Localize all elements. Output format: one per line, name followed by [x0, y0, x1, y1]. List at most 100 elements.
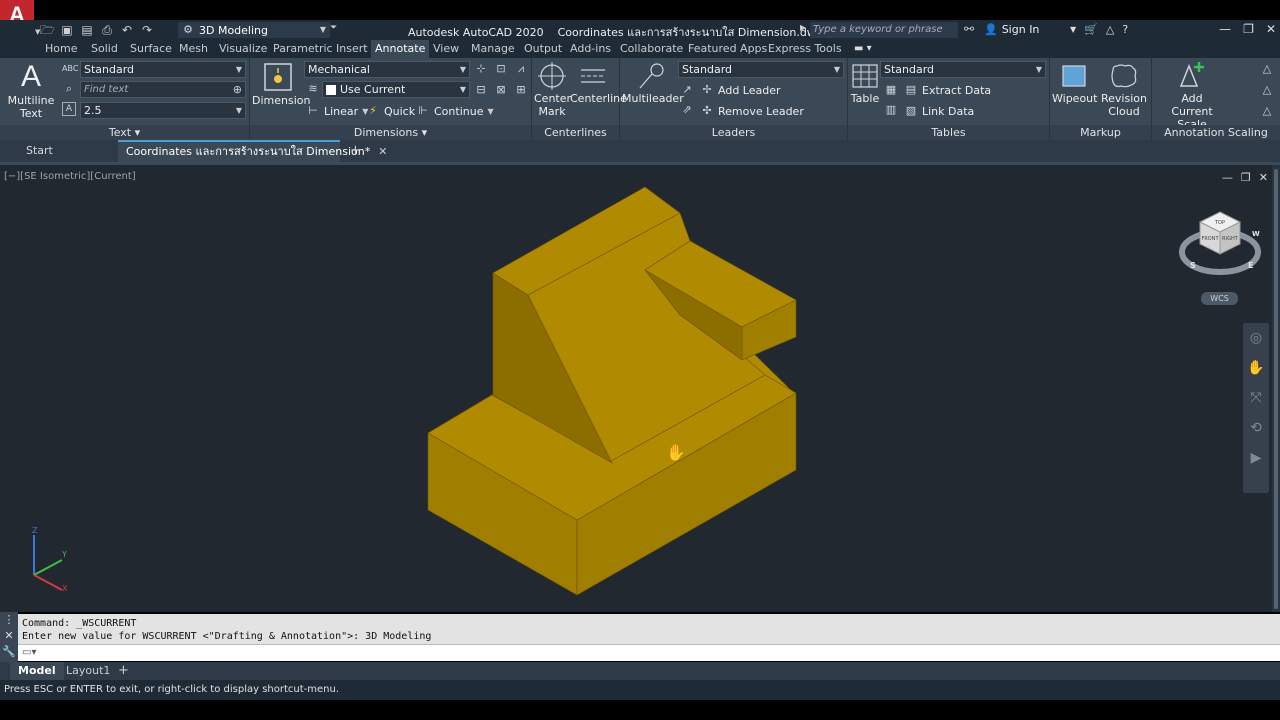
drawing-tab[interactable]: Coordinates และการสร้างระนาบใส Dimension…: [118, 140, 387, 162]
print-icon[interactable]: ⎙: [100, 23, 114, 37]
extract-data-button[interactable]: ▤ Extract Data: [904, 82, 991, 98]
close-icon[interactable]: ✕: [378, 145, 387, 158]
tab-collaborate[interactable]: Collaborate: [616, 40, 687, 58]
save-icon[interactable]: ▣: [60, 23, 74, 37]
tab-express-tools[interactable]: Express Tools: [764, 40, 846, 58]
sign-in-button[interactable]: 👤 Sign In: [984, 23, 1039, 36]
steering-wheel-icon[interactable]: ◎: [1243, 323, 1269, 353]
text-style-select[interactable]: Standard ▼: [80, 61, 246, 78]
tab-home[interactable]: Home: [41, 40, 81, 58]
dim-inspect-icon[interactable]: ⊟: [474, 83, 488, 97]
viewport-scrollbar[interactable]: [1272, 165, 1280, 612]
redo-icon[interactable]: ↷: [140, 23, 154, 37]
dimension-button[interactable]: Dimension: [252, 62, 310, 107]
text-panel-title[interactable]: Text ▾: [0, 125, 249, 140]
command-prompt-icon[interactable]: ▭▾: [22, 647, 36, 658]
text-height-select[interactable]: 2.5 ▼: [80, 102, 246, 119]
tab-featured-apps[interactable]: Featured Apps: [684, 40, 771, 58]
cart-icon[interactable]: 🛒: [1084, 23, 1098, 36]
add-layout-plus-icon[interactable]: +: [118, 663, 129, 678]
revision-cloud-button[interactable]: Revision Cloud: [1100, 62, 1148, 118]
tab-manage[interactable]: Manage: [467, 40, 519, 58]
pan-hand-icon[interactable]: ✋: [1243, 353, 1269, 383]
scrollbar-thumb[interactable]: [1274, 169, 1278, 609]
linear-button[interactable]: ⊢ Linear ▼: [306, 103, 368, 119]
new-tab-plus-icon[interactable]: +: [350, 143, 361, 158]
quick-button[interactable]: ⚡ Quick: [366, 103, 415, 119]
find-text-input[interactable]: Find text ⊕: [80, 81, 246, 98]
tab-output[interactable]: Output: [520, 40, 566, 58]
viewcube[interactable]: TOP FRONT RIGHT S E W: [1178, 210, 1268, 280]
download-from-source-icon[interactable]: ▥: [884, 103, 898, 117]
table-button[interactable]: Table: [850, 62, 880, 105]
multileader-button[interactable]: Multileader: [622, 62, 684, 105]
delete-scale-icon[interactable]: △: [1260, 104, 1274, 118]
open-folder-icon[interactable]: 🗁: [40, 23, 55, 37]
continue-button[interactable]: ⊩ Continue ▼: [416, 103, 493, 119]
a360-icon[interactable]: △: [1106, 23, 1114, 36]
tab-parametric[interactable]: Parametric: [269, 40, 337, 58]
drag-grip-icon[interactable]: ⋮: [0, 612, 18, 628]
tab-model[interactable]: Model: [10, 662, 64, 680]
ribbon-display-toggle-icon[interactable]: ▬ ▾: [854, 43, 872, 54]
tab-insert[interactable]: Insert: [332, 40, 372, 58]
close-icon[interactable]: ✕: [0, 628, 18, 644]
sync-scale-icon[interactable]: △: [1260, 83, 1274, 97]
remove-leader-button[interactable]: ✣ Remove Leader: [700, 103, 803, 119]
dim-jog-icon[interactable]: ⩘: [514, 62, 528, 76]
search-icon[interactable]: ⊕: [233, 82, 242, 97]
leader-style-select[interactable]: Standard ▼: [678, 61, 844, 78]
dim-style-select[interactable]: Mechanical ▼: [304, 61, 470, 78]
tab-add-ins[interactable]: Add-ins: [566, 40, 615, 58]
showmotion-icon[interactable]: ▶: [1243, 443, 1269, 473]
dim-break-icon[interactable]: ⊹: [474, 62, 488, 76]
tab-mesh[interactable]: Mesh: [175, 40, 212, 58]
binoculars-icon[interactable]: ⚯: [964, 22, 974, 36]
wcs-menu[interactable]: WCS: [1201, 292, 1238, 305]
spell-check-icon[interactable]: ABC: [62, 62, 78, 76]
center-mark-button[interactable]: Center Mark: [534, 62, 571, 118]
tab-surface[interactable]: Surface: [126, 40, 176, 58]
search-input[interactable]: Type a keyword or phrase: [810, 22, 958, 38]
centerline-button[interactable]: Centerline: [570, 62, 627, 105]
tab-visualize[interactable]: Visualize: [215, 40, 271, 58]
add-current-scale-button[interactable]: Add Current Scale: [1156, 60, 1228, 131]
tab-solid[interactable]: Solid: [87, 40, 122, 58]
wrench-icon[interactable]: 🔧: [0, 644, 18, 660]
workspace-select[interactable]: ⚙ 3D Modeling ▼: [178, 22, 330, 38]
tab-layout1[interactable]: Layout1: [58, 662, 118, 680]
search-expand-icon[interactable]: ▶: [800, 23, 806, 32]
close-icon[interactable]: ✕: [1266, 22, 1276, 36]
dimensions-panel-title[interactable]: Dimensions ▾: [250, 125, 531, 140]
zoom-extents-icon[interactable]: ⤧: [1243, 383, 1269, 413]
layer-stack-icon[interactable]: ≋: [306, 82, 320, 96]
minimize-icon[interactable]: —: [1219, 22, 1231, 36]
save-as-icon[interactable]: ▤: [80, 23, 94, 37]
dim-layer-select[interactable]: Use Current ▼: [322, 81, 470, 98]
start-tab[interactable]: Start: [18, 140, 61, 162]
table-cell-icon[interactable]: ▦: [884, 83, 898, 97]
help-icon[interactable]: ?: [1122, 23, 1128, 36]
dim-update-icon[interactable]: ⊠: [494, 83, 508, 97]
drawing-viewport[interactable]: [−][SE Isometric][Current] — ❐ ✕ TOP FRO: [0, 162, 1280, 612]
orbit-icon[interactable]: ⟲: [1243, 413, 1269, 443]
undo-icon[interactable]: ↶: [120, 23, 134, 37]
dim-adjust-icon[interactable]: ⊡: [494, 62, 508, 76]
scale-list-icon[interactable]: △: [1260, 62, 1274, 76]
restore-icon[interactable]: ❐: [1243, 22, 1254, 36]
leader-collect-icon[interactable]: ⇗: [680, 103, 694, 117]
find-icon[interactable]: ⌕: [62, 82, 76, 96]
multiline-text-button[interactable]: A Multiline Text: [6, 62, 56, 121]
command-input[interactable]: ▭▾: [18, 644, 1280, 661]
3d-model[interactable]: [0, 165, 1270, 612]
add-leader-button[interactable]: ✢ Add Leader: [700, 82, 780, 98]
wipeout-button[interactable]: Wipeout: [1052, 62, 1097, 105]
dropdown-icon[interactable]: ▼: [1070, 25, 1076, 34]
table-style-select[interactable]: Standard ▼: [880, 61, 1046, 78]
dim-oblique-icon[interactable]: ⊞: [514, 83, 528, 97]
leader-align-icon[interactable]: ↗: [680, 83, 694, 97]
tab-view[interactable]: View: [429, 40, 463, 58]
customize-qat-icon[interactable]: ⏷: [330, 23, 337, 33]
tab-annotate[interactable]: Annotate: [371, 40, 430, 58]
link-data-button[interactable]: ▧ Link Data: [904, 103, 975, 119]
